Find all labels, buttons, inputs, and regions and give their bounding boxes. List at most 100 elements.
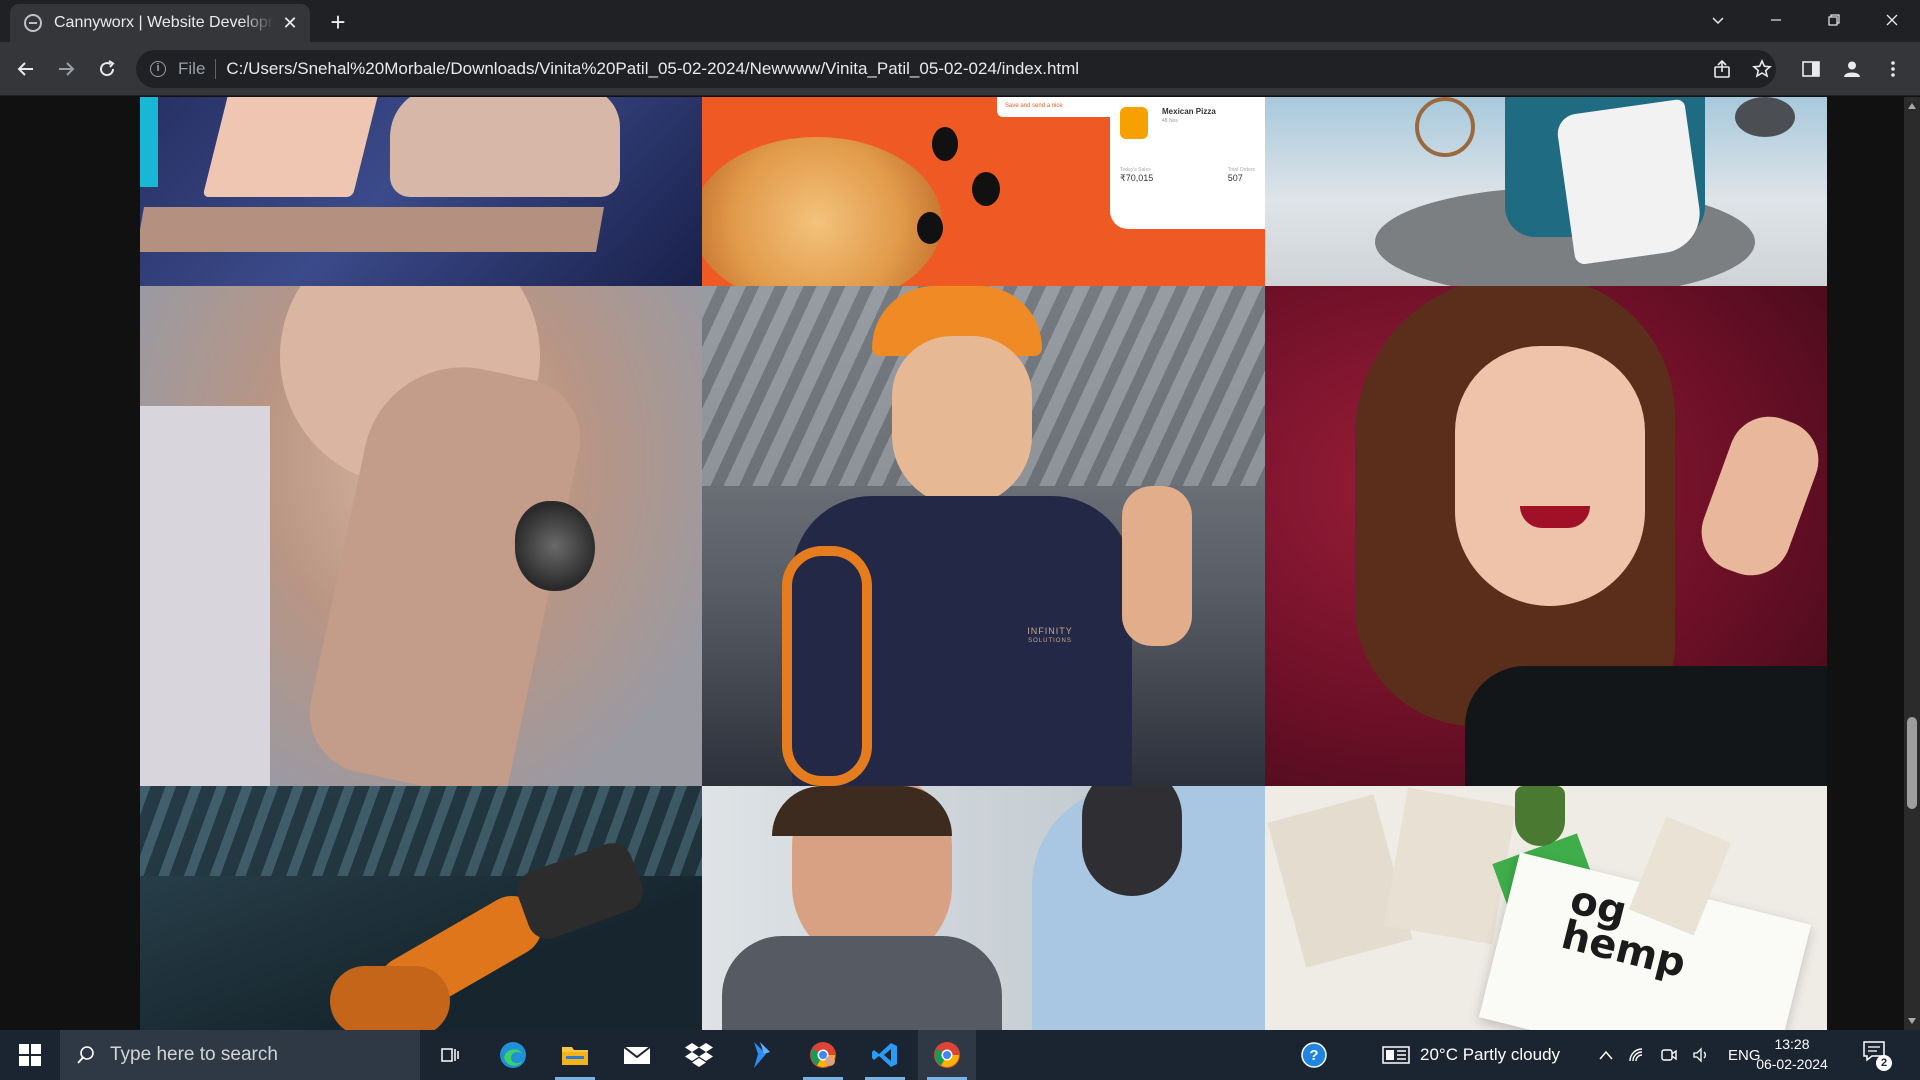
plant [1515, 786, 1565, 846]
search-icon [77, 1046, 94, 1064]
app-logo-icon [1120, 107, 1148, 139]
gallery-item-pizza-app[interactable]: Save and send a nice Mexican Pizza 48 No… [702, 97, 1265, 286]
url-text[interactable]: C:/Users/Snehal%20Morbale/Downloads/Vini… [226, 59, 1079, 79]
cyan-object [140, 97, 158, 187]
chrome-profile-icon[interactable] [794, 1030, 852, 1080]
more-menu-icon[interactable] [1877, 53, 1909, 85]
chevron-up-icon[interactable] [1598, 1049, 1614, 1061]
side-table [1415, 97, 1475, 157]
robot-joint [330, 966, 450, 1030]
scheme-label: File [178, 59, 206, 78]
weather-widget[interactable]: 20°C Partly cloudy [1382, 1030, 1560, 1080]
help-icon[interactable]: ? [1285, 1030, 1343, 1080]
logo-text: INFINITY [1027, 626, 1073, 636]
search-placeholder: Type here to search [110, 1044, 278, 1065]
taskbar-search[interactable]: Type here to search [60, 1030, 420, 1080]
address-bar[interactable]: i File C:/Users/Snehal%20Morbale/Downloa… [136, 50, 1776, 88]
windows-taskbar: Type here to search ? 20°C Partly cloudy… [0, 1030, 1920, 1080]
svg-text:?: ? [1309, 1047, 1318, 1064]
file-explorer-icon[interactable] [546, 1030, 604, 1080]
volume-icon[interactable] [1692, 1047, 1710, 1063]
gallery-item-ring[interactable] [140, 286, 702, 786]
new-tab-button[interactable]: + [322, 6, 354, 38]
raised-arm [1690, 405, 1827, 587]
clock-date: 06-02-2024 [1756, 1056, 1828, 1072]
thumb-up [1122, 486, 1192, 646]
windows-start-button[interactable] [0, 1030, 60, 1080]
network-icon[interactable] [1628, 1047, 1646, 1063]
scroll-down-arrow-icon[interactable] [1908, 1018, 1916, 1024]
gallery-item-worker[interactable]: INFINITY SOLUTIONS [702, 286, 1265, 786]
chrome-icon[interactable] [918, 1030, 976, 1080]
vase [1735, 97, 1795, 137]
weather-text: 20°C Partly cloudy [1420, 1045, 1561, 1064]
order-card: Mexican Pizza 48 Nos Today's Sales ₹70,0… [1110, 97, 1265, 229]
meet-now-icon[interactable] [1660, 1047, 1678, 1063]
share-icon[interactable] [1706, 53, 1738, 85]
profile-avatar-icon[interactable] [1836, 53, 1868, 85]
laptop-screen [202, 97, 388, 197]
tab-search-chevron-icon[interactable] [1690, 0, 1746, 40]
edge-browser-icon[interactable] [484, 1030, 542, 1080]
page-viewport: Save and send a nice Mexican Pizza 48 No… [0, 97, 1920, 1030]
cocktail-ring [515, 501, 595, 591]
olive [932, 127, 958, 161]
person-arms [390, 97, 620, 197]
gallery-item-armchair[interactable] [1265, 97, 1827, 286]
black-top [1465, 666, 1827, 786]
gallery-item-business[interactable] [702, 786, 1265, 1030]
news-weather-icon [1382, 1046, 1410, 1064]
desk [140, 207, 604, 252]
clock[interactable]: 13:28 06-02-2024 [1752, 1034, 1832, 1074]
side-panel-icon[interactable] [1795, 53, 1827, 85]
shirt-collar [140, 406, 270, 786]
reload-button[interactable] [91, 53, 123, 85]
windows-logo-icon [19, 1044, 41, 1066]
notification-center-button[interactable]: 2 [1862, 1040, 1892, 1071]
card-title: Mexican Pizza [1162, 107, 1216, 116]
throw-blanket [1555, 98, 1705, 266]
stat-value: 507 [1227, 173, 1243, 183]
hair [772, 786, 952, 836]
browser-tab[interactable]: Cannyworx | Website Development ✕ [10, 4, 310, 42]
cable-coil [782, 546, 872, 786]
scroll-up-arrow-icon[interactable] [1908, 103, 1916, 109]
tab-close-icon[interactable]: ✕ [280, 13, 300, 34]
tab-title: Cannyworx | Website Development [54, 14, 274, 31]
face [892, 336, 1032, 506]
dropbox-icon[interactable] [670, 1030, 728, 1080]
divider [215, 59, 217, 79]
stat-value: ₹70,015 [1120, 173, 1154, 183]
minimize-button[interactable] [1748, 0, 1804, 40]
lips [1520, 506, 1590, 528]
powerautomate-icon[interactable] [732, 1030, 790, 1080]
gallery-item-robot-arm[interactable] [140, 786, 702, 1030]
info-icon[interactable]: i [150, 61, 166, 77]
system-tray: ENG [1598, 1030, 1761, 1080]
logo-subtext: SOLUTIONS [1028, 638, 1072, 644]
clock-time: 13:28 [1774, 1036, 1810, 1052]
olive [972, 172, 1000, 206]
forward-button[interactable] [50, 53, 82, 85]
screen: Cannyworx | Website Development ✕ + i F [0, 0, 1920, 1080]
task-view-icon[interactable] [421, 1030, 479, 1080]
close-window-button[interactable] [1864, 0, 1920, 40]
restore-button[interactable] [1806, 0, 1862, 40]
pizza [702, 137, 942, 286]
bookmark-star-icon[interactable] [1746, 53, 1778, 85]
suit [722, 936, 1002, 1030]
gallery-item-workspace[interactable] [140, 97, 702, 286]
browser-toolbar: i File C:/Users/Snehal%20Morbale/Downloa… [0, 42, 1920, 96]
scroll-thumb[interactable] [1907, 717, 1917, 809]
browser-titlebar: Cannyworx | Website Development ✕ + [0, 0, 1920, 42]
gallery-item-og-hemp[interactable]: og hemp [1265, 786, 1827, 1030]
notification-count-badge: 2 [1876, 1055, 1892, 1071]
gallery-item-woman-portrait[interactable] [1265, 286, 1827, 786]
mail-icon[interactable] [608, 1030, 666, 1080]
promo-banner: Save and send a nice [997, 97, 1127, 117]
back-button[interactable] [10, 53, 42, 85]
face [1455, 346, 1645, 606]
card-subtitle: 48 Nos [1162, 118, 1178, 124]
page-scrollbar[interactable] [1904, 97, 1920, 1030]
vscode-icon[interactable] [856, 1030, 914, 1080]
